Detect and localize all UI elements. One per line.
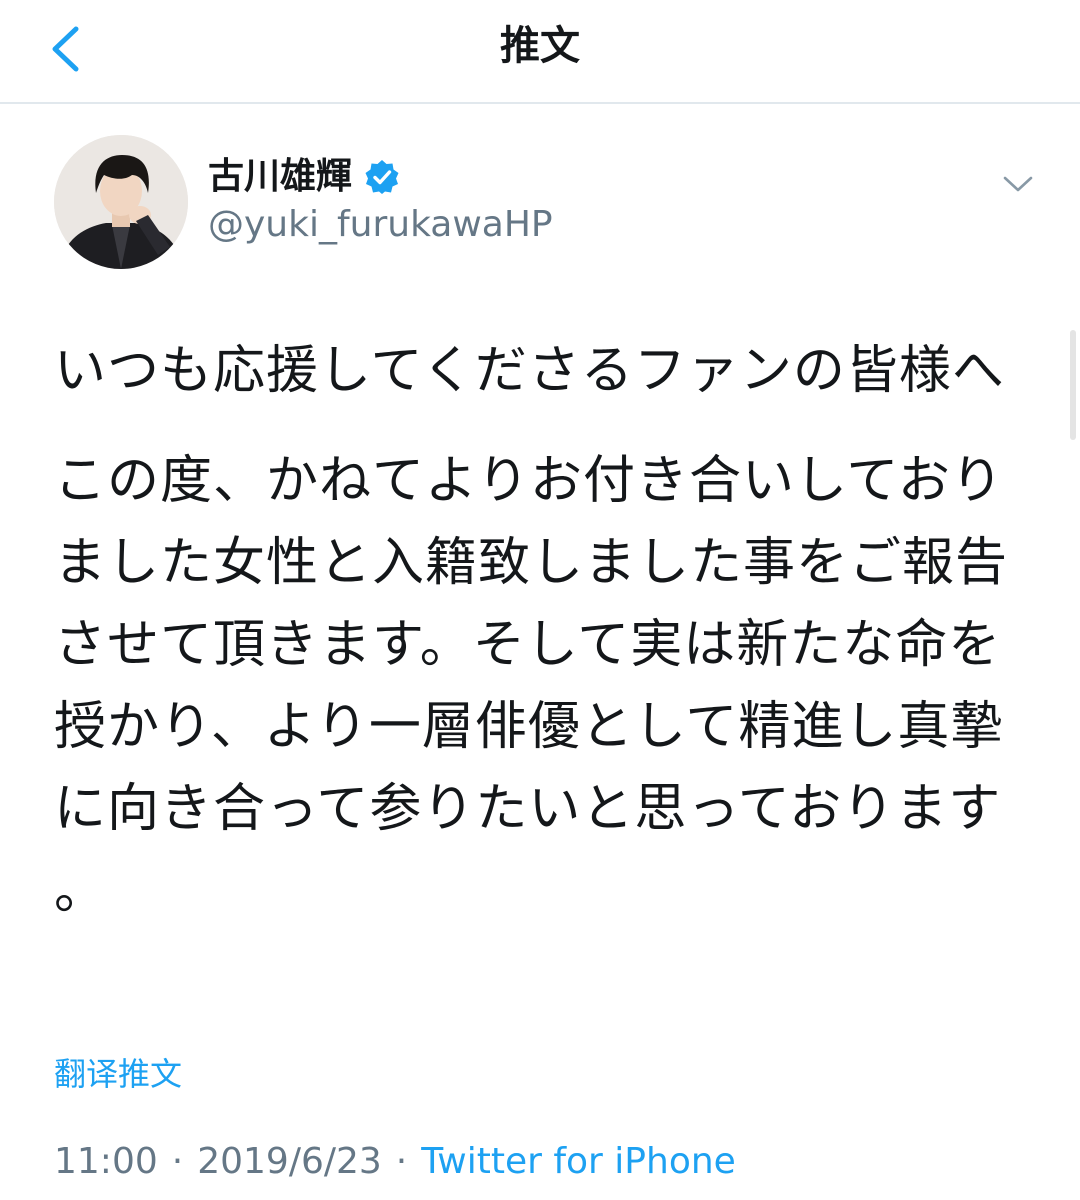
- avatar[interactable]: [54, 135, 188, 269]
- author-handle[interactable]: @yuki_furukawaHP: [208, 202, 553, 248]
- tweet-meta: 11:00 · 2019/6/23 · Twitter for iPhone: [54, 1138, 736, 1186]
- author-display-name[interactable]: 古川雄輝: [208, 154, 352, 200]
- tweet-source-link[interactable]: Twitter for iPhone: [421, 1141, 736, 1182]
- tweet-time: 11:00: [54, 1141, 158, 1182]
- tweet-paragraph: この度、かねてよりお付き合いしておりました女性と入籍致しました事をご報告させて頂…: [54, 451, 1009, 921]
- page-title: 推文: [500, 23, 580, 69]
- verified-badge-icon: [365, 160, 399, 194]
- chevron-down-icon: [1003, 176, 1033, 192]
- meta-separator: ·: [171, 1141, 184, 1182]
- top-nav-bar: 推文: [0, 0, 1080, 104]
- meta-separator: ·: [395, 1141, 408, 1182]
- tweet-paragraph: いつも応援してくださるファンの皆様へ: [54, 341, 1005, 401]
- author-name-row[interactable]: 古川雄輝: [208, 154, 400, 200]
- tweet-detail-screen: 推文 古川雄輝 @yuki_furukawaHP いつも応援してくださるファンの…: [0, 0, 1080, 1200]
- tweet-text: いつも応援してくださるファンの皆様へ この度、かねてよりお付き合いしておりました…: [54, 330, 1044, 932]
- avatar-portrait-icon: [54, 135, 188, 269]
- translate-tweet-link[interactable]: 翻译推文: [54, 1052, 182, 1096]
- scroll-indicator[interactable]: [1070, 330, 1076, 440]
- more-options-button[interactable]: [996, 166, 1040, 202]
- tweet-date: 2019/6/23: [197, 1141, 382, 1182]
